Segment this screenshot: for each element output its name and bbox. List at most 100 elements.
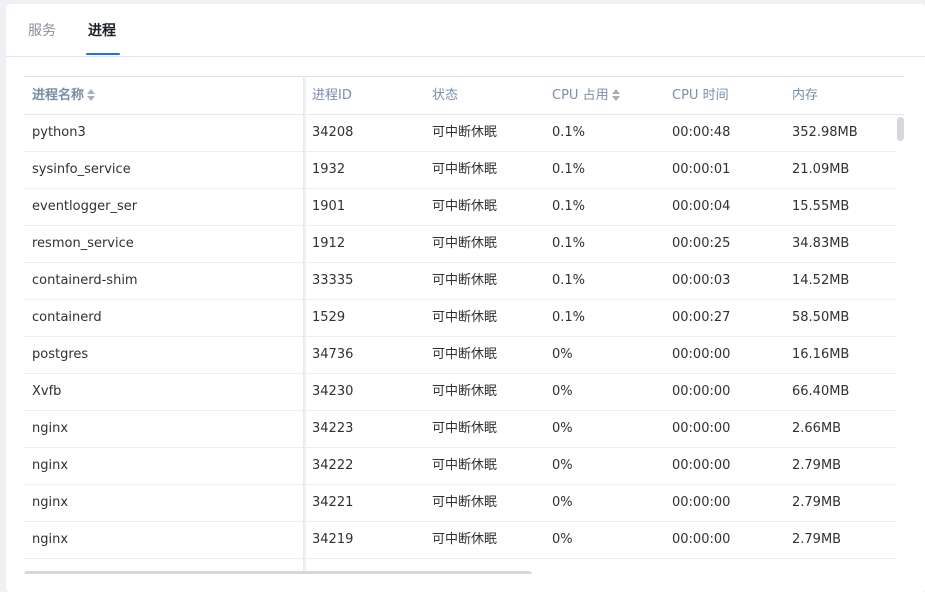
cell-pid: 34208 [312, 125, 354, 140]
table-body: python3 34208 可中断休眠 0.1% 00:00:48 352.98MB sys… [24, 115, 896, 559]
cell-process-name: postgres [32, 347, 89, 362]
cell-state: 可中断休眠 [432, 273, 498, 288]
cell-process-name: python3 [32, 125, 86, 140]
cell-cpu-usage: 0.1% [552, 310, 586, 325]
cell-cpu-usage: 0.1% [552, 125, 586, 140]
cell-cpu-time: 00:00:00 [672, 421, 731, 436]
cell-state: 可中断休眠 [432, 384, 498, 399]
cell-pid: 34223 [312, 421, 354, 436]
column-header-label: CPU 时间 [672, 88, 729, 103]
table-row[interactable]: nginx 34219 可中断休眠 0% 00:00:00 2.79MB [24, 522, 896, 559]
table-row[interactable]: nginx 34222 可中断休眠 0% 00:00:00 2.79MB [24, 448, 896, 485]
cell-state: 可中断休眠 [432, 495, 498, 510]
cell-pid: 34736 [312, 347, 354, 362]
cell-cpu-usage: 0% [552, 458, 573, 473]
cell-cpu-usage: 0% [552, 532, 573, 547]
cell-cpu-usage: 0.1% [552, 236, 586, 251]
column-header-label: 内存 [792, 88, 819, 103]
cell-cpu-time: 00:00:04 [672, 199, 731, 214]
cell-process-name: containerd [32, 310, 102, 325]
cell-cpu-time: 00:00:27 [672, 310, 731, 325]
tab-services[interactable]: 服务 [28, 21, 56, 41]
column-header-memory: 内存 [792, 77, 818, 115]
cell-cpu-usage: 0% [552, 384, 573, 399]
column-header-process-name[interactable]: 进程名称 [32, 77, 96, 115]
table-row[interactable]: postgres 34736 可中断休眠 0% 00:00:00 16.16MB [24, 337, 896, 374]
cell-memory: 34.83MB [792, 236, 850, 251]
cell-cpu-time: 00:00:48 [672, 125, 731, 140]
cell-process-name: resmon_service [32, 236, 134, 251]
cell-cpu-time: 00:00:03 [672, 273, 731, 288]
column-header-label: 进程ID [312, 88, 352, 103]
column-header-cpu-usage[interactable]: CPU 占用 [552, 77, 620, 115]
table-row[interactable]: nginx 34221 可中断休眠 0% 00:00:00 2.79MB [24, 485, 896, 522]
table-row[interactable]: eventlogger_ser 1901 可中断休眠 0.1% 00:00:04 15.5… [24, 189, 896, 226]
cell-state: 可中断休眠 [432, 310, 498, 325]
column-header-label: 状态 [432, 88, 459, 103]
cell-pid: 34219 [312, 532, 354, 547]
cell-process-name: nginx [32, 532, 69, 547]
cell-memory: 2.79MB [792, 532, 842, 547]
cell-memory: 352.98MB [792, 125, 858, 140]
cell-cpu-time: 00:00:25 [672, 236, 731, 251]
cell-memory: 14.52MB [792, 273, 850, 288]
cell-state: 可中断休眠 [432, 347, 498, 362]
cell-pid: 1912 [312, 236, 346, 251]
column-header-label: CPU 占用 [552, 88, 609, 103]
cell-cpu-time: 00:00:01 [672, 162, 731, 177]
cell-process-name: nginx [32, 495, 69, 510]
vertical-scrollbar-thumb[interactable] [897, 117, 904, 141]
cell-memory: 66.40MB [792, 384, 850, 399]
cell-cpu-usage: 0% [552, 347, 573, 362]
cell-cpu-usage: 0.1% [552, 273, 586, 288]
cell-state: 可中断休眠 [432, 125, 498, 140]
table-row[interactable]: containerd-shim 33335 可中断休眠 0.1% 00:00:03 14.… [24, 263, 896, 300]
cell-cpu-time: 00:00:00 [672, 458, 731, 473]
cell-state: 可中断休眠 [432, 421, 498, 436]
cell-cpu-usage: 0.1% [552, 199, 586, 214]
cell-pid: 34221 [312, 495, 354, 510]
cell-memory: 2.79MB [792, 495, 842, 510]
column-header-pid: 进程ID [312, 77, 352, 115]
cell-cpu-time: 00:00:00 [672, 347, 731, 362]
table-row[interactable]: sysinfo_service 1932 可中断休眠 0.1% 00:00:01 21.0… [24, 152, 896, 189]
cell-process-name: nginx [32, 421, 69, 436]
cell-memory: 21.09MB [792, 162, 850, 177]
cell-process-name: nginx [32, 458, 69, 473]
cell-memory: 2.79MB [792, 458, 842, 473]
cell-state: 可中断休眠 [432, 458, 498, 473]
cell-process-name: sysinfo_service [32, 162, 131, 177]
cell-state: 可中断休眠 [432, 162, 498, 177]
process-table: 进程名称 进程ID 状态 CPU 占用 CPU 时间 内存 python3 342… [24, 76, 904, 574]
tab-processes[interactable]: 进程 [88, 21, 116, 41]
cell-process-name: eventlogger_ser [32, 199, 138, 214]
table-row[interactable]: nginx 34223 可中断休眠 0% 00:00:00 2.66MB [24, 411, 896, 448]
tab-bar: 服务 进程 [6, 4, 925, 57]
table-row[interactable]: Xvfb 34230 可中断休眠 0% 00:00:00 66.40MB [24, 374, 896, 411]
table-row[interactable]: python3 34208 可中断休眠 0.1% 00:00:48 352.98MB [24, 115, 896, 152]
cell-cpu-usage: 0% [552, 495, 573, 510]
cell-cpu-time: 00:00:00 [672, 495, 731, 510]
cell-memory: 2.66MB [792, 421, 842, 436]
cell-process-name: Xvfb [32, 384, 62, 399]
cell-state: 可中断休眠 [432, 236, 498, 251]
cell-state: 可中断休眠 [432, 532, 498, 547]
fixed-column-divider [303, 76, 306, 574]
cell-memory: 58.50MB [792, 310, 850, 325]
cell-pid: 1901 [312, 199, 346, 214]
column-header-cpu-time: CPU 时间 [672, 77, 729, 115]
table-row[interactable]: containerd 1529 可中断休眠 0.1% 00:00:27 58.50MB [24, 300, 896, 337]
table-header: 进程名称 进程ID 状态 CPU 占用 CPU 时间 内存 [24, 76, 904, 115]
cell-cpu-usage: 0% [552, 421, 573, 436]
cell-process-name: containerd-shim [32, 273, 138, 288]
cell-pid: 1529 [312, 310, 346, 325]
cell-pid: 33335 [312, 273, 354, 288]
cell-cpu-time: 00:00:00 [672, 532, 731, 547]
column-header-state: 状态 [432, 77, 458, 115]
cell-memory: 15.55MB [792, 199, 850, 214]
horizontal-scrollbar-thumb[interactable] [24, 571, 532, 574]
sort-caret-icon[interactable] [611, 88, 620, 101]
table-row[interactable]: resmon_service 1912 可中断休眠 0.1% 00:00:25 34.83… [24, 226, 896, 263]
sort-caret-icon[interactable] [87, 88, 96, 101]
cell-cpu-usage: 0.1% [552, 162, 586, 177]
